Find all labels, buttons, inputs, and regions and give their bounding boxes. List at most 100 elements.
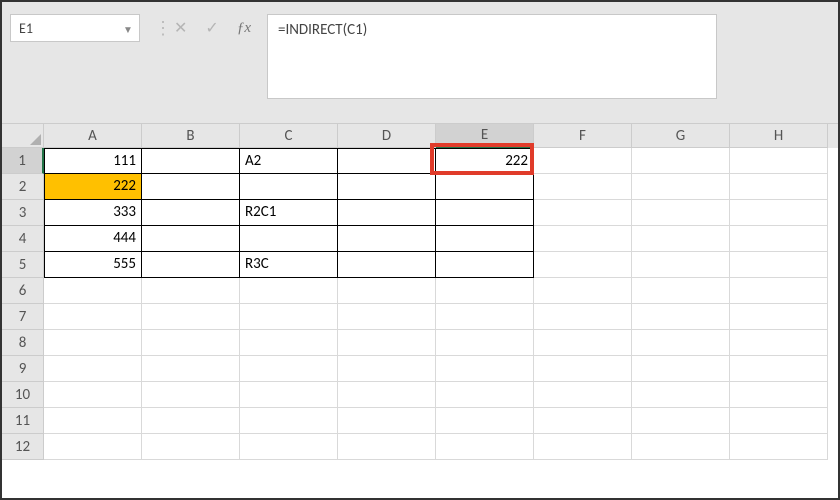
cell-e11[interactable] [436, 408, 534, 434]
cell-f7[interactable] [534, 304, 632, 330]
select-all-corner[interactable] [2, 124, 44, 148]
cell-d6[interactable] [338, 278, 436, 304]
cell-d12[interactable] [338, 434, 436, 460]
cell-f1[interactable] [534, 148, 632, 174]
name-box[interactable]: E1 ▼ [10, 14, 140, 42]
cell-e10[interactable] [436, 382, 534, 408]
enter-icon[interactable]: ✓ [205, 18, 218, 38]
cell-e12[interactable] [436, 434, 534, 460]
cell-c7[interactable] [240, 304, 338, 330]
cell-a11[interactable] [44, 408, 142, 434]
cancel-icon[interactable]: ✕ [174, 18, 187, 38]
column-header-c[interactable]: C [240, 124, 338, 148]
cell-d9[interactable] [338, 356, 436, 382]
cell-g11[interactable] [632, 408, 730, 434]
row-header-8[interactable]: 8 [2, 330, 44, 356]
cell-f2[interactable] [534, 174, 632, 200]
cell-b7[interactable] [142, 304, 240, 330]
chevron-down-icon[interactable]: ▼ [123, 23, 133, 33]
cell-e6[interactable] [436, 278, 534, 304]
cell-f10[interactable] [534, 382, 632, 408]
row-header-12[interactable]: 12 [2, 434, 44, 460]
fx-icon[interactable]: ƒx [237, 20, 251, 37]
column-header-g[interactable]: G [632, 124, 730, 148]
row-header-11[interactable]: 11 [2, 408, 44, 434]
cell-a12[interactable] [44, 434, 142, 460]
cell-f12[interactable] [534, 434, 632, 460]
cell-d4[interactable] [338, 226, 436, 252]
cell-c4[interactable] [240, 226, 338, 252]
cell-b5[interactable] [142, 252, 240, 278]
cell-g5[interactable] [632, 252, 730, 278]
cell-b1[interactable] [142, 148, 240, 174]
cell-b6[interactable] [142, 278, 240, 304]
cell-e5[interactable] [436, 252, 534, 278]
cell-f5[interactable] [534, 252, 632, 278]
cell-a4[interactable]: 444 [44, 226, 142, 252]
cell-h4[interactable] [730, 226, 828, 252]
cell-c2[interactable] [240, 174, 338, 200]
cell-h5[interactable] [730, 252, 828, 278]
cell-f6[interactable] [534, 278, 632, 304]
cell-b10[interactable] [142, 382, 240, 408]
cell-g1[interactable] [632, 148, 730, 174]
cell-c3[interactable]: R2C1 [240, 200, 338, 226]
cell-e3[interactable] [436, 200, 534, 226]
cell-b3[interactable] [142, 200, 240, 226]
cell-e2[interactable] [436, 174, 534, 200]
cell-e1[interactable]: 222 [436, 148, 534, 174]
cell-g12[interactable] [632, 434, 730, 460]
row-header-2[interactable]: 2 [2, 174, 44, 200]
cell-b4[interactable] [142, 226, 240, 252]
cell-c10[interactable] [240, 382, 338, 408]
cell-f8[interactable] [534, 330, 632, 356]
row-header-3[interactable]: 3 [2, 200, 44, 226]
column-header-d[interactable]: D [338, 124, 436, 148]
cell-h2[interactable] [730, 174, 828, 200]
cell-h9[interactable] [730, 356, 828, 382]
cell-a10[interactable] [44, 382, 142, 408]
cell-b11[interactable] [142, 408, 240, 434]
cell-d10[interactable] [338, 382, 436, 408]
cell-h10[interactable] [730, 382, 828, 408]
cell-f11[interactable] [534, 408, 632, 434]
cell-a1[interactable]: 111 [44, 148, 142, 174]
cell-g9[interactable] [632, 356, 730, 382]
column-header-b[interactable]: B [142, 124, 240, 148]
cell-g2[interactable] [632, 174, 730, 200]
column-header-h[interactable]: H [730, 124, 828, 148]
cell-f4[interactable] [534, 226, 632, 252]
row-header-6[interactable]: 6 [2, 278, 44, 304]
cell-h8[interactable] [730, 330, 828, 356]
cell-a7[interactable] [44, 304, 142, 330]
cell-h6[interactable] [730, 278, 828, 304]
cell-c1[interactable]: A2 [240, 148, 338, 174]
cell-c9[interactable] [240, 356, 338, 382]
cell-d3[interactable] [338, 200, 436, 226]
cell-f3[interactable] [534, 200, 632, 226]
cell-c6[interactable] [240, 278, 338, 304]
row-header-4[interactable]: 4 [2, 226, 44, 252]
cell-h7[interactable] [730, 304, 828, 330]
row-header-5[interactable]: 5 [2, 252, 44, 278]
cell-g6[interactable] [632, 278, 730, 304]
cell-c8[interactable] [240, 330, 338, 356]
cell-e8[interactable] [436, 330, 534, 356]
cell-b8[interactable] [142, 330, 240, 356]
cell-a6[interactable] [44, 278, 142, 304]
column-header-e[interactable]: E [436, 124, 534, 148]
cell-a5[interactable]: 555 [44, 252, 142, 278]
cell-d2[interactable] [338, 174, 436, 200]
cell-e9[interactable] [436, 356, 534, 382]
cell-c11[interactable] [240, 408, 338, 434]
cell-h11[interactable] [730, 408, 828, 434]
cell-f9[interactable] [534, 356, 632, 382]
cell-a8[interactable] [44, 330, 142, 356]
cell-g7[interactable] [632, 304, 730, 330]
cell-c5[interactable]: R3C [240, 252, 338, 278]
cell-h3[interactable] [730, 200, 828, 226]
cell-d1[interactable] [338, 148, 436, 174]
cell-b9[interactable] [142, 356, 240, 382]
column-header-a[interactable]: A [44, 124, 142, 148]
cell-a9[interactable] [44, 356, 142, 382]
